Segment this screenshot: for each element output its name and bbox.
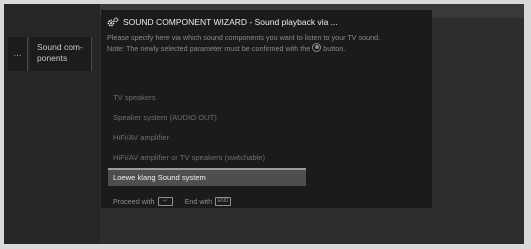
sound-component-wizard-dialog: SOUND COMPONENT WIZARD - Sound playback … [101, 10, 432, 208]
ok-button-icon [312, 42, 322, 52]
note-line: Note: The newly selected parameter must … [107, 42, 425, 54]
sound-components-menu-item[interactable]: Sound com- ponents [30, 37, 92, 71]
dialog-footer: Proceed with ↵ End with END [113, 197, 232, 206]
gear-icon [107, 17, 119, 27]
enter-key-icon: ↵ [157, 197, 173, 206]
instructions-line: Please specify here via which sound comp… [107, 33, 381, 42]
option-hifi-amplifier[interactable]: HiFi/AV amplifier [108, 128, 306, 148]
sound-options-list: TV speakers Speaker system (AUDIO OUT) H… [108, 88, 306, 186]
option-loewe-klang-sound-system[interactable]: Loewe klang Sound system [108, 168, 306, 186]
instructions-text: Please specify here via which sound comp… [107, 33, 425, 53]
tv-screen: ... Sound com- ponents SOUND COMPONENT W… [4, 4, 524, 244]
note-prefix: Note: The newly selected parameter must … [107, 43, 311, 53]
dialog-title: SOUND COMPONENT WIZARD - Sound playback … [123, 17, 338, 27]
proceed-label: Proceed with [113, 197, 155, 206]
end-label: End with [184, 197, 213, 206]
end-key-icon: END [215, 197, 232, 206]
dialog-title-row: SOUND COMPONENT WIZARD - Sound playback … [107, 15, 426, 29]
option-hifi-or-tv-switchable[interactable]: HiFi/AV amplifier or TV speakers (switch… [108, 148, 306, 168]
option-tv-speakers[interactable]: TV speakers [108, 88, 306, 108]
note-suffix: button. [323, 43, 346, 53]
back-menu-item[interactable]: ... [8, 37, 28, 71]
side-menu: ... Sound com- ponents [4, 4, 100, 244]
option-speaker-system[interactable]: Speaker system (AUDIO OUT) [108, 108, 306, 128]
